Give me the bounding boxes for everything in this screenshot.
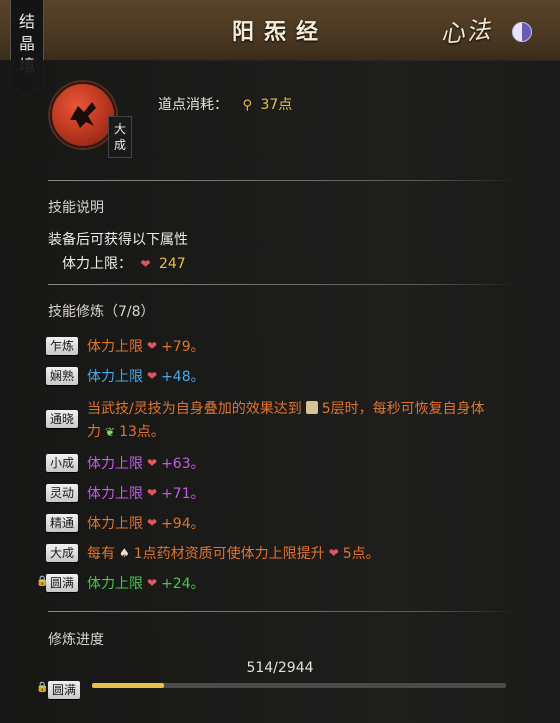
stage-tag: 精通 [46,514,78,532]
heart-icon: ❤ [147,486,158,500]
cost-label: 道点消耗： [158,97,228,113]
stage-text: 13点。 [119,424,165,440]
scroll-icon [305,401,318,414]
stage-tag: 小成 [46,454,78,472]
cultivation-heading: 技能修炼（7/8） [48,304,155,320]
stage-description: 当武技/灵技为自身叠加的效果达到 5层时，每秒可恢复自身体力 ❦ 13点。 [87,398,497,444]
stage-label: 体力上限 [87,369,143,385]
stage-tag: 灵动 [46,484,78,502]
heart-icon: ❤ [147,369,158,383]
description-heading: 技能说明 [48,200,104,216]
realm-char: 晶 [18,34,35,53]
stage-row: 圆满 体力上限 ❤ +24。 [46,573,205,593]
rank-char: 大 [113,122,126,136]
cost-value: 37点 [260,97,293,113]
stage-row: 小成 体力上限 ❤ +63。 [46,453,205,473]
stage-row: 娴熟 体力上限 ❤ +48。 [46,366,205,386]
stage-tag: 乍炼 [46,337,78,355]
progress-bar [92,683,506,688]
stage-text: 每有 [87,546,115,562]
next-stage-tag: 圆满 [48,679,89,699]
stage-text: 当武技/灵技为自身叠加的效果达到 [87,401,302,417]
heart-icon: ❤ [147,576,158,590]
stage-label: 体力上限 [87,456,143,472]
stage-tag: 娴熟 [46,367,78,385]
divider [48,180,518,181]
skill-detail-panel [0,60,560,723]
stage-text: 5点。 [342,546,380,562]
lock-icon: 🔒 [36,682,49,693]
yin-yang-icon [512,22,532,42]
rank-char: 成 [113,138,126,152]
heart-icon: ❤ [140,257,151,271]
stage-row: 灵动 体力上限 ❤ +71。 [46,483,205,503]
heal-icon: ❦ [105,425,116,439]
heart-icon: ❤ [147,516,158,530]
stage-value: +48。 [161,369,205,385]
stage-text: 1点药材资质可使体力上限提升 [133,546,325,562]
stage-tag: 圆满 [48,681,80,699]
stage-value: +63。 [161,456,205,472]
stage-label: 体力上限 [87,516,143,532]
martial-figure-icon [70,102,96,128]
stage-label: 体力上限 [87,339,143,355]
stage-label: 体力上限 [87,576,143,592]
skill-category: 心法 [438,15,494,49]
stage-value: +71。 [161,486,205,502]
progress-heading: 修炼进度 [48,632,104,648]
progress-text: 514/2944 [246,660,314,676]
stage-value: +94。 [161,516,205,532]
progress-fill [92,683,165,688]
description-text: 装备后可获得以下属性 [48,232,188,248]
stat-value: 247 [158,256,186,272]
heart-icon: ❤ [147,456,158,470]
heart-icon: ❤ [328,546,339,560]
rank-badge: 大 成 [108,116,132,158]
heart-icon: ❤ [147,339,158,353]
stage-value: +24。 [161,576,205,592]
stage-row: 通晓 [46,410,87,428]
herb-icon: ♠ [119,546,130,560]
stat-label: 体力上限： [62,256,132,272]
stage-tag: 大成 [46,544,78,562]
skill-icon [50,82,116,148]
stage-label: 体力上限 [87,486,143,502]
title-bar: 阳炁经 心法 [0,0,560,61]
stage-row: 大成 每有 ♠ 1点药材资质可使体力上限提升 ❤ 5点。 [46,543,380,563]
stage-value: +79。 [161,339,205,355]
divider [48,611,518,612]
stage-row: 精通 体力上限 ❤ +94。 [46,513,205,533]
description-stat: 体力上限： ❤ 247 [62,253,186,273]
cost-row: 道点消耗： ⚲ 37点 [158,94,292,114]
divider [48,284,518,285]
stage-tag: 通晓 [46,410,78,428]
stage-row: 乍炼 体力上限 ❤ +79。 [46,336,205,356]
realm-char: 结 [18,12,35,31]
stage-tag: 圆满 [46,574,78,592]
dao-point-icon: ⚲ [242,98,252,113]
